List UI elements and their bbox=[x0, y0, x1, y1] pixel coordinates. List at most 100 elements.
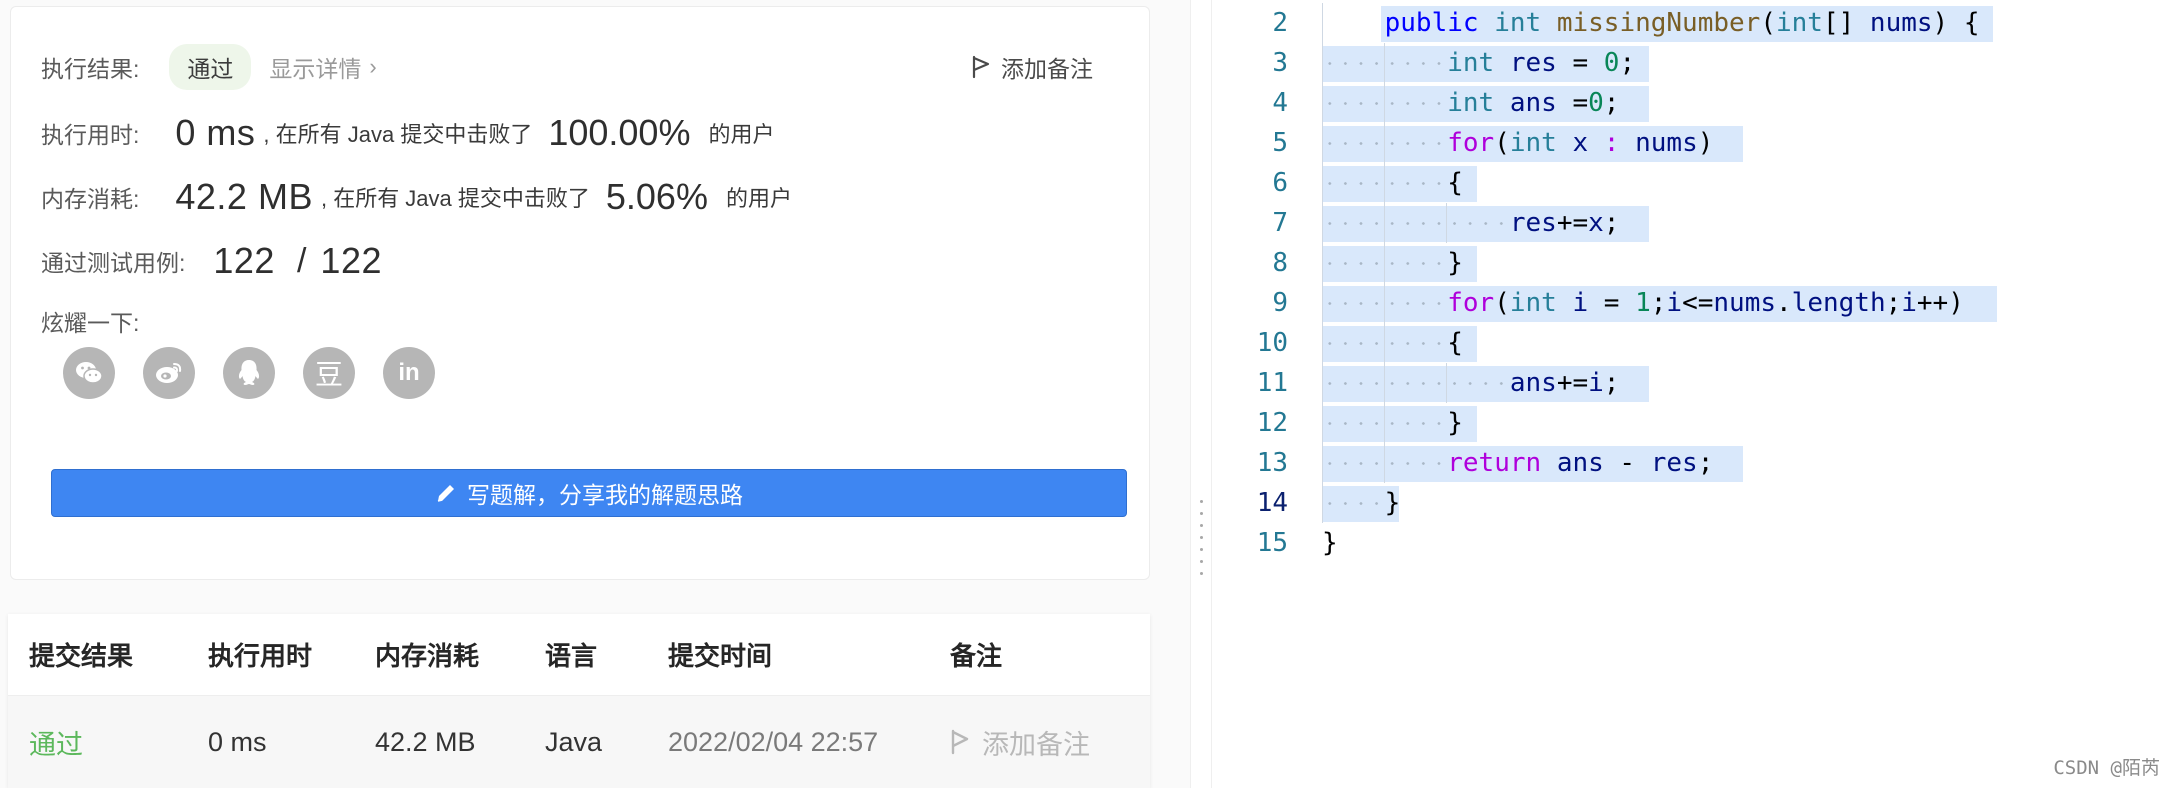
tests-passed: 122 bbox=[213, 240, 275, 281]
code-line-active: 14 } bbox=[1213, 483, 2174, 523]
header-language: 语言 bbox=[545, 641, 598, 671]
row-submit-time: 2022/02/04 22:57 bbox=[668, 726, 879, 757]
line-number: 8 bbox=[1272, 248, 1288, 278]
code-text: } bbox=[1322, 528, 1338, 558]
tests-row: 通过测试用例: 122 / 122 bbox=[41, 235, 390, 287]
header-runtime: 执行用时 bbox=[208, 641, 313, 671]
line-number: 13 bbox=[1256, 448, 1288, 478]
code-line: 3 int res = 0; bbox=[1213, 43, 2174, 83]
show-details-link[interactable]: 显示详情 › bbox=[269, 50, 376, 84]
pencil-icon bbox=[437, 485, 454, 502]
code-line: 10 { bbox=[1213, 323, 2174, 363]
write-solution-label: 写题解，分享我的解题思路 bbox=[467, 482, 743, 508]
runtime-suffix: 的用户 bbox=[708, 122, 775, 147]
memory-label: 内存消耗: bbox=[41, 186, 140, 212]
pane-resize-handle[interactable] bbox=[1190, 0, 1212, 788]
memory-value: 42.2 MB bbox=[175, 176, 313, 217]
code-text: return ans - res; bbox=[1447, 448, 1714, 478]
row-result-link[interactable]: 通过 bbox=[29, 696, 83, 788]
line-number: 11 bbox=[1256, 368, 1288, 398]
runtime-label: 执行用时: bbox=[41, 122, 140, 148]
line-number: 9 bbox=[1272, 288, 1288, 318]
status-row: 执行结果: 通过 显示详情 › bbox=[41, 44, 377, 90]
flag-icon bbox=[951, 729, 969, 755]
code-line: 11 ans+=i; bbox=[1213, 363, 2174, 403]
line-number: 4 bbox=[1272, 88, 1288, 118]
code-line: 4 int ans =0; bbox=[1213, 83, 2174, 123]
header-result: 提交结果 bbox=[29, 641, 134, 671]
drag-handle-icon bbox=[1200, 500, 1203, 575]
line-number: 3 bbox=[1272, 48, 1288, 78]
runtime-beat-text: , 在所有 Java 提交中击败了 bbox=[263, 122, 533, 147]
linkedin-glyph: in bbox=[398, 359, 420, 386]
douban-glyph: 豆 bbox=[314, 359, 343, 390]
header-submit-time: 提交时间 bbox=[668, 641, 773, 671]
linkedin-icon[interactable]: in bbox=[383, 347, 435, 399]
submissions-table: 提交结果 执行用时 内存消耗 语言 提交时间 备注 通过 0 ms 42.2 M… bbox=[8, 614, 1150, 788]
line-number: 7 bbox=[1272, 208, 1288, 238]
weibo-icon[interactable] bbox=[143, 347, 195, 399]
code-line: 15 } bbox=[1213, 523, 2174, 563]
code-text: public int missingNumber(int[] nums) { bbox=[1384, 8, 1980, 38]
douban-icon[interactable]: 豆 bbox=[303, 347, 355, 399]
code-line: 9 for(int i = 1;i<=nums.length;i++) bbox=[1213, 283, 2174, 323]
result-card: 执行结果: 通过 显示详情 › 添加备注 执行用时: 0 ms , 在所有 Ja… bbox=[10, 6, 1150, 580]
header-memory: 内存消耗 bbox=[375, 641, 480, 671]
memory-percent: 5.06% bbox=[605, 176, 708, 217]
row-note-label: 添加备注 bbox=[982, 729, 1090, 760]
code-line: 13 return ans - res; bbox=[1213, 443, 2174, 483]
runtime-row: 执行用时: 0 ms , 在所有 Java 提交中击败了 100.00% 的用户 bbox=[41, 107, 774, 159]
code-text: } bbox=[1322, 488, 1401, 518]
status-label: 执行结果: bbox=[41, 56, 140, 82]
line-number: 12 bbox=[1256, 408, 1288, 438]
wechat-icon[interactable] bbox=[63, 347, 115, 399]
share-icons: 豆 in bbox=[63, 347, 435, 399]
code-line: 5 for(int x : nums) bbox=[1213, 123, 2174, 163]
qq-icon[interactable] bbox=[223, 347, 275, 399]
header-note: 备注 bbox=[950, 641, 1003, 671]
code-text: for(int x : nums) bbox=[1447, 128, 1714, 158]
tests-separator: / bbox=[296, 241, 307, 280]
code-editor[interactable]: 2 public int missingNumber(int[] nums) {… bbox=[1213, 0, 2174, 788]
line-number: 5 bbox=[1272, 128, 1288, 158]
line-number: 14 bbox=[1256, 488, 1288, 518]
memory-suffix: 的用户 bbox=[725, 186, 792, 211]
watermark: CSDN @陌芮 bbox=[2053, 757, 2160, 779]
tests-label: 通过测试用例: bbox=[41, 250, 186, 276]
code-text: int res = 0; bbox=[1447, 48, 1636, 78]
chevron-right-icon: › bbox=[369, 54, 377, 79]
share-label: 炫耀一下: bbox=[41, 310, 140, 336]
code-line: 12 } bbox=[1213, 403, 2174, 443]
table-row[interactable]: 通过 0 ms 42.2 MB Java 2022/02/04 22:57 添加… bbox=[8, 696, 1150, 788]
code-text: for(int i = 1;i<=nums.length;i++) bbox=[1447, 288, 1964, 318]
line-number: 15 bbox=[1256, 528, 1288, 558]
add-note-label: 添加备注 bbox=[1001, 56, 1093, 82]
runtime-value: 0 ms bbox=[175, 112, 256, 153]
code-text: } bbox=[1322, 248, 1463, 278]
row-language: Java bbox=[545, 726, 603, 757]
tests-total: 122 bbox=[320, 240, 382, 281]
memory-beat-text: , 在所有 Java 提交中击败了 bbox=[320, 186, 590, 211]
table-header: 提交结果 执行用时 内存消耗 语言 提交时间 备注 bbox=[8, 614, 1150, 696]
code-line: 2 public int missingNumber(int[] nums) { bbox=[1213, 3, 2174, 43]
line-number: 2 bbox=[1272, 8, 1288, 38]
add-note-button[interactable]: 添加备注 bbox=[971, 47, 1093, 87]
code-line: 7 res+=x; bbox=[1213, 203, 2174, 243]
row-runtime: 0 ms bbox=[208, 726, 267, 757]
code-line: 6 { bbox=[1213, 163, 2174, 203]
share-row: 炫耀一下: bbox=[41, 303, 139, 339]
row-memory: 42.2 MB bbox=[375, 726, 476, 757]
code-text: ans+=i; bbox=[1509, 368, 1620, 398]
code-text: } bbox=[1322, 408, 1463, 438]
line-number: 10 bbox=[1256, 328, 1288, 358]
line-number: 6 bbox=[1272, 168, 1288, 198]
code-line: 8 } bbox=[1213, 243, 2174, 283]
flag-icon bbox=[972, 55, 990, 79]
row-add-note-button[interactable]: 添加备注 bbox=[950, 696, 1090, 788]
code-text: int ans =0; bbox=[1447, 88, 1620, 118]
code-text: res+=x; bbox=[1509, 208, 1620, 238]
submission-panel: 执行结果: 通过 显示详情 › 添加备注 执行用时: 0 ms , 在所有 Ja… bbox=[0, 0, 1190, 788]
write-solution-button[interactable]: 写题解，分享我的解题思路 bbox=[51, 469, 1127, 517]
runtime-percent: 100.00% bbox=[548, 112, 691, 153]
code-text: { bbox=[1322, 328, 1463, 358]
